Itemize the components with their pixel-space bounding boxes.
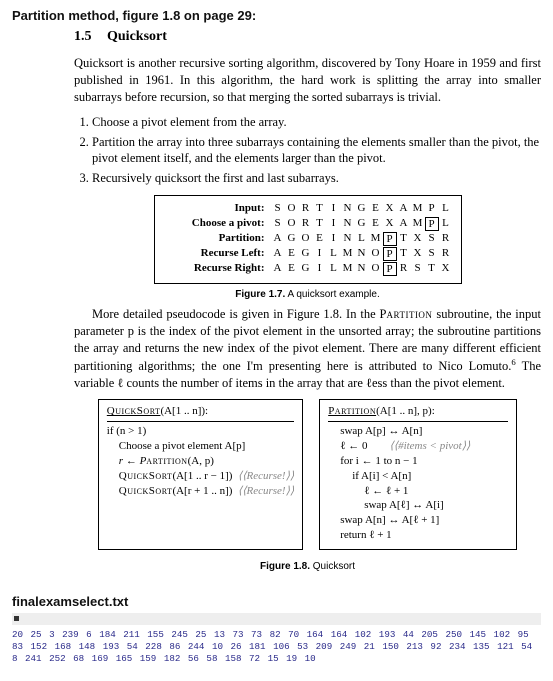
figure17-caption: Figure 1.7. A quicksort example. bbox=[235, 289, 380, 300]
file-name: finalexamselect.txt bbox=[12, 594, 541, 609]
quicksort-trace: Input:SORTINGEXAMPLChoose a pivot:SORTIN… bbox=[154, 195, 462, 284]
scrollbar[interactable] bbox=[12, 613, 541, 625]
partition-pseudocode: Partition(A[1 .. n], p): swap A[p] ↔ A[n… bbox=[319, 399, 517, 550]
step-1: Choose a pivot element from the array. bbox=[92, 114, 541, 131]
figure18-caption: Figure 1.8. Quicksort bbox=[260, 561, 355, 572]
section-title: Quicksort bbox=[107, 29, 167, 44]
section-number: 1.5 bbox=[74, 29, 92, 44]
quicksort-pseudocode: QuickSort(A[1 .. n]): if (n > 1) Choose … bbox=[98, 399, 303, 550]
steps-list: Choose a pivot element from the array. P… bbox=[92, 114, 541, 188]
step-2: Partition the array into three subarrays… bbox=[92, 134, 541, 168]
section-caption: Partition method, figure 1.8 on page 29: bbox=[12, 8, 541, 23]
detail-paragraph: More detailed pseudocode is given in Fig… bbox=[74, 306, 541, 392]
step-3: Recursively quicksort the first and last… bbox=[92, 170, 541, 187]
file-contents: 20 25 3 239 6 184 211 155 245 25 13 73 7… bbox=[12, 629, 541, 665]
intro-paragraph: Quicksort is another recursive sorting a… bbox=[74, 55, 541, 106]
section-heading: 1.5 Quicksort bbox=[74, 29, 541, 45]
